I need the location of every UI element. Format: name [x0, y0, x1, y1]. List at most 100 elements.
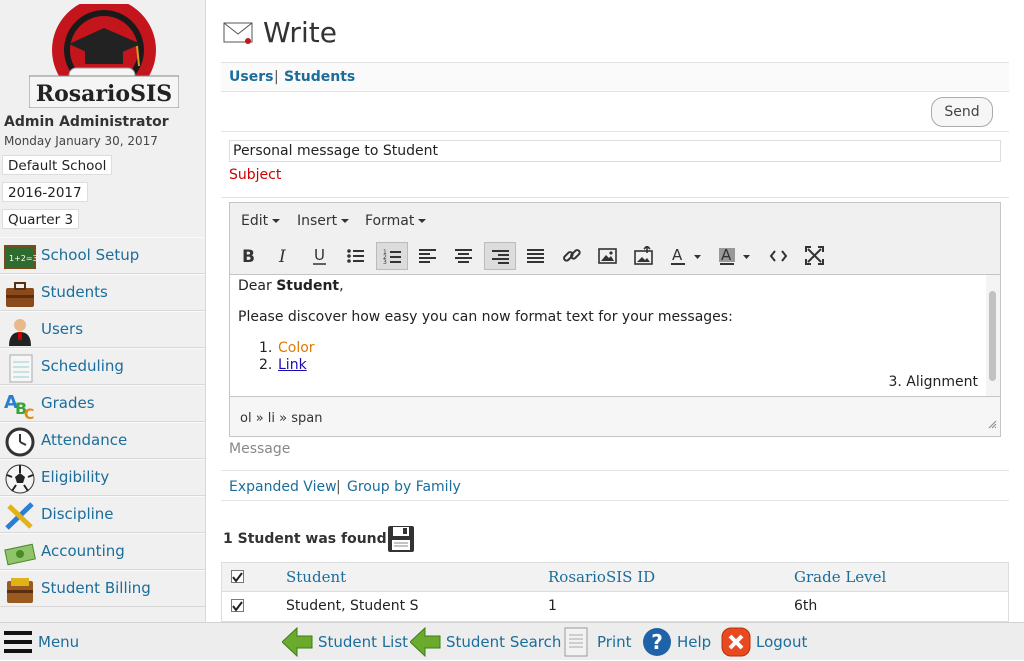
school-select[interactable]: Default School	[2, 155, 113, 175]
row-checkbox[interactable]	[231, 599, 244, 612]
marking-period-select[interactable]: Quarter 3	[2, 209, 80, 229]
student-search-label: Student Search	[446, 633, 562, 651]
sidebar-item-label: Attendance	[41, 431, 128, 449]
sidebar-item-discipline[interactable]: Discipline	[0, 496, 205, 533]
rosariosis-logo[interactable]: RosarioSIS	[28, 0, 180, 109]
code-icon	[769, 250, 788, 262]
align-center-button[interactable]	[448, 242, 480, 270]
discipline-pencil-icon	[4, 501, 36, 531]
floppy-disk-icon[interactable]	[386, 524, 416, 558]
sidebar-item-students[interactable]: Students	[0, 274, 205, 311]
sidebar-item-school-setup[interactable]: 1+2=3 School Setup	[0, 237, 205, 274]
insert-image-button[interactable]	[592, 242, 624, 270]
student-billing-icon	[4, 575, 36, 605]
subject-input[interactable]	[229, 140, 1001, 162]
editor-menu-insert[interactable]: Insert	[297, 213, 350, 229]
menu-button[interactable]: Menu	[4, 623, 94, 661]
print-document-icon	[564, 627, 588, 657]
sidebar-item-users[interactable]: Users	[0, 311, 205, 348]
help-label: Help	[677, 633, 712, 651]
attendance-clock-icon	[4, 427, 36, 457]
view-options: Expanded View | Group by Family	[221, 470, 1009, 501]
student-list-label: Student List	[318, 633, 409, 651]
group-by-family-link[interactable]: Group by Family	[347, 479, 461, 495]
underline-button[interactable]: U	[304, 242, 336, 270]
sidebar-item-label: Grades	[41, 394, 95, 412]
align-left-button[interactable]	[412, 242, 444, 270]
text-color-button[interactable]: A	[664, 242, 708, 270]
sidebar-item-student-billing[interactable]: Student Billing	[0, 570, 205, 607]
sidebar-item-label: School Setup	[41, 246, 140, 264]
eligibility-ball-icon	[4, 464, 36, 494]
logout-label: Logout	[756, 633, 808, 651]
underline-icon: U	[313, 246, 326, 265]
intro-paragraph: Please discover how easy you can now for…	[238, 309, 733, 325]
italic-button[interactable]: I	[268, 242, 300, 270]
student-search-button[interactable]: Student Search	[410, 623, 561, 661]
list-item-link[interactable]: Link	[278, 357, 307, 373]
cell-id: 1	[548, 598, 557, 614]
column-header-student[interactable]: Student	[286, 568, 346, 586]
sidebar: RosarioSIS Admin Administrator Monday Ja…	[0, 0, 206, 622]
editor-menu-format[interactable]: Format	[365, 213, 427, 229]
editor-menu-edit[interactable]: Edit	[241, 213, 281, 229]
school-year-select[interactable]: 2016-2017	[2, 182, 88, 202]
list-item-number-2: 2.	[259, 357, 273, 373]
align-justify-button[interactable]	[520, 242, 552, 270]
fullscreen-button[interactable]	[799, 242, 831, 270]
expanded-view-link[interactable]: Expanded View	[229, 479, 337, 495]
select-all-checkbox[interactable]	[231, 570, 244, 583]
help-button[interactable]: ? Help	[642, 623, 712, 661]
logout-button[interactable]: Logout	[721, 623, 811, 661]
tab-users[interactable]: Users	[229, 69, 273, 85]
insert-link-button[interactable]	[556, 242, 588, 270]
link-icon	[563, 249, 581, 262]
resize-handle-icon[interactable]	[988, 417, 997, 433]
table-row: Student, Student S 1 6th	[221, 592, 1009, 622]
greeting-prefix: Dear	[238, 278, 277, 294]
menu-label: Insert	[297, 213, 338, 229]
sidebar-item-grades[interactable]: ABC Grades	[0, 385, 205, 423]
student-list-button[interactable]: Student List	[282, 623, 408, 661]
menu-label: Menu	[38, 633, 80, 651]
upload-image-icon	[634, 246, 653, 265]
user-name: Admin Administrator	[4, 114, 169, 130]
svg-text:I: I	[278, 247, 286, 266]
print-button[interactable]: Print	[563, 623, 635, 661]
sidebar-item-attendance[interactable]: Attendance	[0, 422, 205, 459]
sidebar-item-eligibility[interactable]: Eligibility	[0, 459, 205, 496]
svg-text:B: B	[242, 247, 255, 266]
school-setup-icon: 1+2=3	[4, 242, 38, 272]
upload-image-button[interactable]	[628, 242, 660, 270]
column-header-grade[interactable]: Grade Level	[794, 568, 886, 586]
column-header-id[interactable]: RosarioSIS ID	[548, 568, 655, 586]
tab-students[interactable]: Students	[284, 69, 355, 85]
align-right-button[interactable]	[484, 242, 516, 270]
bullet-list-button[interactable]	[340, 242, 372, 270]
tab-separator: |	[274, 69, 279, 85]
module-menu: 1+2=3 School Setup Students Users Schedu…	[0, 237, 205, 607]
scrollbar-thumb[interactable]	[989, 291, 996, 381]
sidebar-item-accounting[interactable]: Accounting	[0, 533, 205, 570]
svg-text:3: 3	[383, 259, 387, 266]
background-color-button[interactable]: A	[713, 242, 757, 270]
sidebar-item-label: Eligibility	[41, 468, 110, 486]
text-color-icon: A	[671, 246, 701, 265]
users-icon	[4, 316, 36, 346]
list-item-alignment: 3. Alignment	[888, 374, 978, 390]
bold-button[interactable]: B	[232, 242, 264, 270]
sidebar-item-label: Discipline	[41, 505, 114, 523]
checkmark-icon	[232, 572, 243, 583]
message-label: Message	[229, 441, 291, 457]
numbered-list-icon: 123	[383, 249, 401, 266]
svg-text:RosarioSIS: RosarioSIS	[36, 81, 172, 107]
grades-abc-icon: ABC	[4, 390, 36, 423]
source-code-button[interactable]	[763, 242, 795, 270]
send-button[interactable]: Send	[931, 97, 993, 127]
editor-scrollbar[interactable]	[986, 275, 1000, 396]
editor-content-area[interactable]: Dear Student, Please discover how easy y…	[230, 275, 986, 396]
greeting-line: Dear Student,	[238, 278, 344, 294]
numbered-list-button[interactable]: 123	[376, 242, 408, 270]
bold-icon: B	[242, 247, 255, 266]
sidebar-item-scheduling[interactable]: Scheduling	[0, 348, 205, 385]
